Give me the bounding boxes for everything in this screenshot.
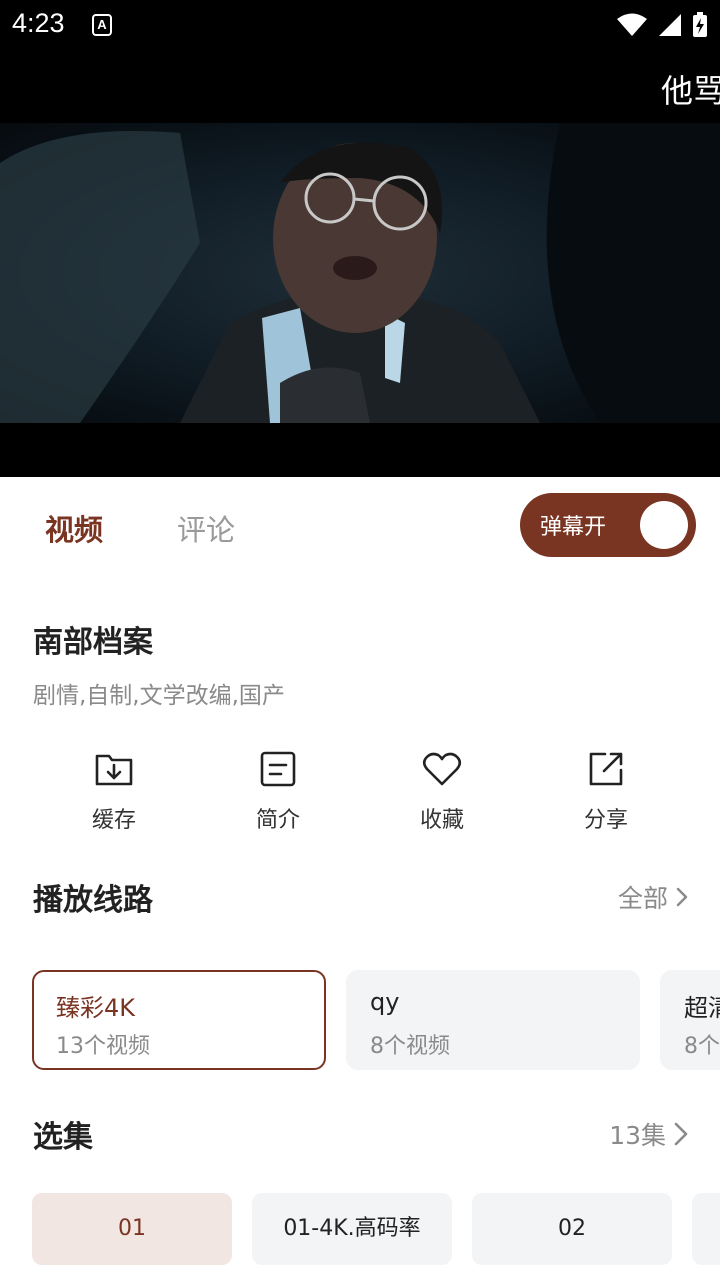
route-count: 13个视频 xyxy=(56,1034,150,1059)
show-title: 南部档案 xyxy=(33,625,153,660)
route-card-hd[interactable]: 超清 8个视频 xyxy=(660,970,720,1070)
synopsis-button[interactable]: 简介 xyxy=(228,748,328,834)
route-name: 超清 xyxy=(684,994,720,1022)
routes-all-label: 全部 xyxy=(617,884,668,913)
share-label: 分享 xyxy=(583,808,628,833)
cache-label: 缓存 xyxy=(91,808,136,833)
notification-a-icon: A xyxy=(92,14,112,36)
wifi-icon xyxy=(617,13,647,36)
favorite-label: 收藏 xyxy=(419,808,464,833)
route-name: qy xyxy=(370,988,400,1016)
video-frame[interactable] xyxy=(0,123,720,423)
tab-video[interactable]: 视频 xyxy=(45,507,103,549)
episode-button[interactable]: 01-4K.高码率 xyxy=(252,1193,452,1265)
episode-button[interactable]: 01 xyxy=(32,1193,232,1265)
heart-icon xyxy=(422,752,462,786)
share-button[interactable]: 分享 xyxy=(556,748,656,834)
show-tags: 剧情,自制,文学改编,国产 xyxy=(33,683,285,709)
video-player[interactable]: 他骂 xyxy=(0,52,720,477)
toggle-knob xyxy=(640,501,688,549)
danmaku-toggle-label: 弹幕开 xyxy=(540,515,607,540)
favorite-button[interactable]: 收藏 xyxy=(392,748,492,834)
episodes-section-title: 选集 xyxy=(33,1120,93,1155)
video-still-image xyxy=(0,123,720,423)
chevron-right-icon xyxy=(674,1122,688,1146)
battery-icon xyxy=(693,12,707,37)
danmaku-comment: 他骂 xyxy=(661,72,720,110)
status-bar: 4:23 A xyxy=(0,0,720,52)
danmaku-toggle[interactable]: 弹幕开 xyxy=(520,493,696,557)
episodes-all-button[interactable]: 13集 xyxy=(609,1116,688,1152)
cache-button[interactable]: 缓存 xyxy=(64,748,164,834)
routes-section-title: 播放线路 xyxy=(33,883,153,918)
download-folder-icon xyxy=(95,754,133,786)
routes-all-button[interactable]: 全部 xyxy=(618,879,688,915)
route-count: 8个视频 xyxy=(684,1034,720,1059)
synopsis-label: 简介 xyxy=(255,808,300,833)
episodes-count-label: 13集 xyxy=(609,1121,666,1150)
route-card-qy[interactable]: qy 8个视频 xyxy=(346,970,640,1070)
route-name: 臻彩4K xyxy=(56,994,136,1022)
route-count: 8个视频 xyxy=(370,1034,450,1059)
tab-bar: 视频 评论 弹幕开 xyxy=(0,477,720,577)
route-card-4k[interactable]: 臻彩4K 13个视频 xyxy=(32,970,326,1070)
signal-icon xyxy=(659,14,681,36)
share-icon xyxy=(589,752,623,786)
status-icons xyxy=(616,12,708,38)
document-icon xyxy=(260,751,296,787)
status-time: 4:23 xyxy=(12,8,65,38)
episode-button[interactable]: 02 xyxy=(472,1193,672,1265)
episode-button[interactable]: 03 xyxy=(692,1193,720,1265)
chevron-right-icon xyxy=(676,887,688,907)
action-row: 缓存 简介 收藏 分享 xyxy=(0,748,720,848)
tab-comments[interactable]: 评论 xyxy=(177,507,235,549)
